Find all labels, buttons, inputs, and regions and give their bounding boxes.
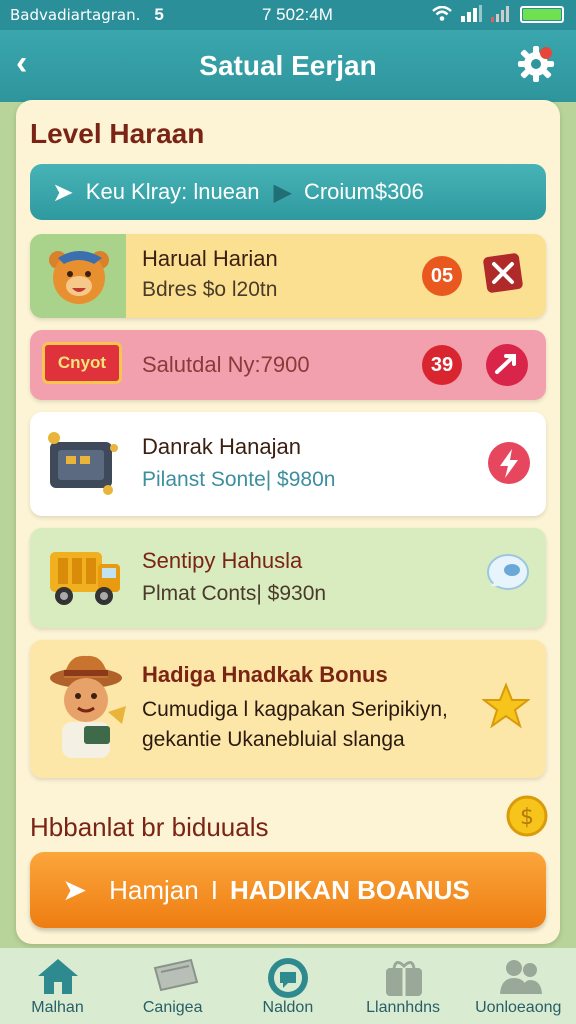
bonus-button-label-left: Hamjan <box>109 874 199 905</box>
card-title: Sentipy Hahusla <box>142 548 303 573</box>
close-box-icon[interactable] <box>482 250 524 294</box>
card-subtitle: Bdres $o l20tn <box>142 278 278 301</box>
nav-item-uonloeaong[interactable]: Uonloeaong <box>461 948 576 1024</box>
arrow-right-icon: ➤ <box>62 873 88 907</box>
svg-text:$: $ <box>520 805 534 830</box>
ticket-tag: Cnyot <box>42 342 122 384</box>
home-icon <box>38 959 78 994</box>
count-badge: 39 <box>422 345 462 385</box>
nav-item-llannhdns[interactable]: Llannhdns <box>346 948 461 1024</box>
arrow-right-icon: ➤ <box>52 176 74 207</box>
people-icon <box>499 960 542 994</box>
nav-label: Canigea <box>142 999 203 1016</box>
bear-mascot-icon <box>49 251 109 304</box>
card-sentipy[interactable]: Sentipy Hahusla Plmat Conts| $930n <box>30 528 546 628</box>
battery-icon <box>520 5 564 23</box>
signal-count: 5 <box>154 5 164 24</box>
nav-label: Llannhdns <box>366 999 440 1016</box>
chat-icon <box>268 958 309 998</box>
cash-box-icon <box>48 432 118 495</box>
card-subtitle: Pilanst Sonte| $980n <box>142 468 336 491</box>
card-salutdal[interactable]: Cnyot Salutdal Ny:7900 39 <box>30 330 546 400</box>
status-bar: Badvadiartagran. 5 7 502:4M <box>0 0 576 30</box>
count-badge: 05 <box>422 256 462 296</box>
truck-icon <box>50 552 120 605</box>
card-subtitle: Plmat Conts| $930n <box>142 582 327 605</box>
footer-label: Hbbanlat br biduuals <box>30 812 269 842</box>
nav-label: Naldon <box>262 999 314 1016</box>
chevron-right-icon: ▶ <box>273 178 292 206</box>
star-icon[interactable] <box>482 682 530 730</box>
nav-label: Malhan <box>31 999 84 1016</box>
card-title: Harual Harian <box>142 246 278 271</box>
card-danrak[interactable]: Danrak Hanajan Pilanst Sonte| $980n <box>30 412 546 516</box>
card-line-2: gekantie Ukanebluial slanga <box>142 728 405 751</box>
explorer-mascot-icon <box>50 655 126 758</box>
card-title: Danrak Hanajan <box>142 434 301 459</box>
nav-label: Uonloeaong <box>475 999 562 1016</box>
bolt-icon[interactable] <box>486 440 532 486</box>
wifi-icon <box>432 6 452 21</box>
card-title: Salutdal Ny:7900 <box>142 352 310 377</box>
signal-icon <box>461 5 482 22</box>
filter-bar[interactable]: ➤ Keu Klray: lnuean ▶ Croium$306 <box>30 164 546 220</box>
card-line-1: Cumudiga l kagpakan Seripikiyn, <box>142 698 448 721</box>
bonus-button[interactable]: ➤ Hamjan I HADIKAN BOANUS <box>30 852 546 928</box>
chat-bubble-icon[interactable] <box>482 550 532 600</box>
filter-label-left: Keu Klray: lnuean <box>85 179 260 204</box>
settings-gear-icon[interactable] <box>516 44 556 84</box>
bonus-button-label-right: HADIKAN BOANUS <box>229 874 470 905</box>
bottom-nav: Malhan Canigea Naldon Llannhdns Uonloeao… <box>0 948 576 1024</box>
status-icons <box>432 5 564 23</box>
cell-icon <box>491 6 509 22</box>
card-harual[interactable]: Harual Harian Bdres $o l20tn 05 <box>30 234 546 318</box>
nav-item-naldon[interactable]: Naldon <box>230 948 345 1024</box>
app-bar: ‹ Satual Eerjan <box>0 30 576 102</box>
section-title: Level Haraan <box>30 118 205 149</box>
bonus-button-separator: I <box>210 874 218 905</box>
coin-icon[interactable]: $ <box>506 794 548 838</box>
card-bonus[interactable]: Hadiga Hnadkak Bonus Cumudiga l kagpakan… <box>30 640 546 778</box>
filter-label-right: Croium$306 <box>303 179 424 204</box>
ticket-icon <box>153 958 199 992</box>
share-icon[interactable] <box>484 342 530 388</box>
carrier-label: Badvadiartagran. <box>10 6 141 24</box>
clock: 7 502:4M <box>262 5 333 24</box>
nav-item-malhan[interactable]: Malhan <box>0 948 115 1024</box>
page-title: Satual Eerjan <box>199 50 377 81</box>
nav-item-canigea[interactable]: Canigea <box>115 948 230 1024</box>
gift-icon <box>385 961 422 996</box>
card-title: Hadiga Hnadkak Bonus <box>142 662 388 687</box>
